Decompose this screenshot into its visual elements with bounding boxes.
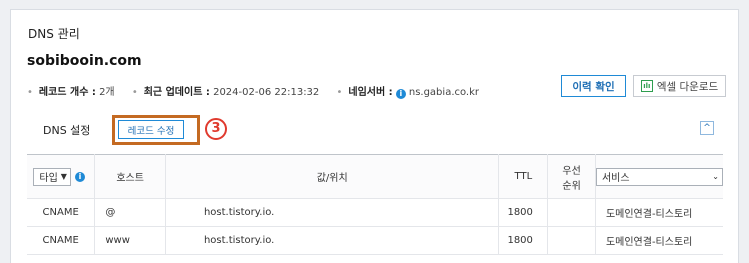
nameserver-label: 네임서버 : [348, 87, 393, 98]
record-service: 도메인연결-티스토리 [595, 226, 723, 255]
chevron-down-icon: ⌄ [712, 172, 719, 181]
domain-name: sobibooin.com [27, 53, 142, 69]
last-updated-label: 최근 업데이트 : [143, 87, 210, 98]
bullet-icon: • [27, 87, 33, 98]
dns-records-table: 타입 ▼ i 호스트 값/위치 TTL 우선 순위 서비스 ⌄ CNAME @ … [27, 154, 723, 255]
service-filter-value: 서비스 [601, 173, 630, 184]
record-count-value: 2개 [99, 87, 115, 98]
type-filter-value: 타입 [39, 173, 58, 184]
record-type: CNAME [27, 226, 96, 255]
nameserver-value: ns.gabia.co.kr [408, 87, 480, 98]
table-header-row: 타입 ▼ i 호스트 값/위치 TTL 우선 순위 서비스 ⌄ [27, 154, 723, 199]
record-ttl: 1800 [498, 226, 549, 255]
service-column-header: 서비스 ⌄ [595, 154, 723, 199]
dns-settings-title: DNS 설정 [43, 124, 91, 137]
bullet-icon: • [131, 87, 138, 98]
history-button[interactable]: 이력 확인 [561, 75, 626, 97]
collapse-icon[interactable]: ^ [700, 121, 714, 135]
record-count: • 레코드 개수 : 2개 [27, 83, 115, 98]
chevron-down-icon: ▼ [60, 172, 67, 181]
record-value: host.tistory.io. [165, 198, 500, 227]
type-filter-select[interactable]: 타입 ▼ [33, 167, 71, 186]
last-updated: • 최근 업데이트 : 2024-02-06 22:13:32 [132, 83, 319, 98]
host-column-header: 호스트 [94, 154, 166, 199]
ttl-column-header: TTL [498, 154, 549, 199]
domain-meta: • 레코드 개수 : 2개 • 최근 업데이트 : 2024-02-06 22:13… [27, 83, 493, 99]
record-host: www [94, 226, 166, 255]
record-priority [547, 198, 596, 227]
excel-icon: ılı [640, 80, 653, 92]
priority-header-line1: 우선 [562, 165, 581, 177]
type-column-header: 타입 ▼ i [27, 154, 96, 199]
record-service: 도메인연결-티스토리 [595, 198, 723, 227]
priority-column-header: 우선 순위 [547, 154, 596, 199]
record-count-label: 레코드 개수 : [38, 87, 96, 98]
panel-title: DNS 관리 [28, 27, 80, 41]
record-ttl: 1800 [498, 198, 549, 227]
excel-download-label: 엑셀 다운로드 [656, 80, 719, 93]
last-updated-value: 2024-02-06 22:13:32 [213, 87, 320, 98]
step-marker: 3 [205, 118, 227, 140]
value-column-header: 값/위치 [165, 154, 500, 199]
record-host: @ [94, 198, 166, 227]
record-type: CNAME [27, 198, 96, 227]
dns-management-panel: DNS 관리 sobibooin.com • 레코드 개수 : 2개 • 최근 업데… [10, 9, 739, 263]
nameserver: • 네임서버 : i ns.gabia.co.kr [336, 83, 479, 99]
table-row: CNAME www host.tistory.io. 1800 도메인연결-티스… [27, 226, 723, 255]
table-row: CNAME @ host.tistory.io. 1800 도메인연결-티스토리 [27, 198, 723, 227]
record-priority [547, 226, 596, 255]
edit-records-button[interactable]: 레코드 수정 [118, 120, 184, 139]
bullet-icon: • [336, 87, 343, 98]
excel-download-button[interactable]: ılı 엑셀 다운로드 [633, 75, 726, 97]
service-filter-select[interactable]: 서비스 ⌄ [595, 167, 723, 186]
record-value: host.tistory.io. [165, 226, 500, 255]
priority-header-line2: 순위 [562, 180, 581, 192]
info-icon[interactable]: i [395, 89, 406, 99]
info-icon[interactable]: i [74, 171, 85, 182]
